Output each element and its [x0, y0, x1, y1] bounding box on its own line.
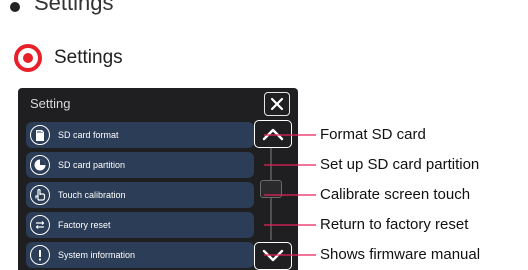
callout-calibrate-touch: Calibrate screen touch — [320, 186, 471, 203]
callout-format-sd-card: Format SD card — [320, 126, 426, 143]
callout-sd-card-partition: Set up SD card partition — [320, 156, 480, 173]
callout-firmware-manual: Shows firmware manual — [320, 246, 481, 263]
callout-factory-reset: Return to factory reset — [320, 216, 469, 233]
